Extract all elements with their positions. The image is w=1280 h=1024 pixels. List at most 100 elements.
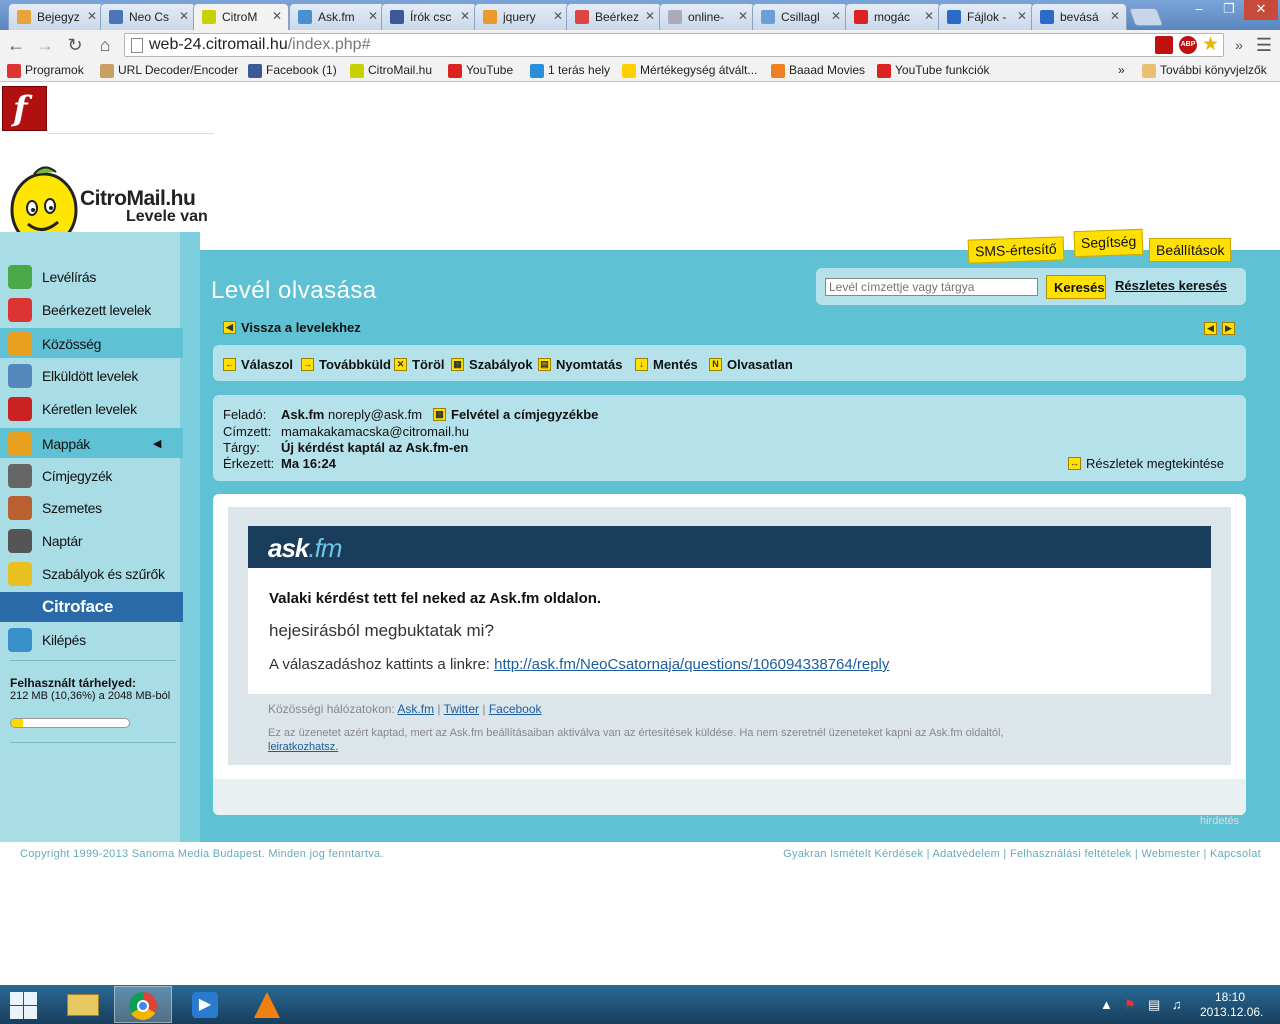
social-askfm-link[interactable]: Ask.fm	[397, 702, 434, 716]
tab-help[interactable]: Segítség	[1073, 228, 1144, 258]
maximize-button[interactable]: ❐	[1214, 0, 1244, 20]
sidebar-item-community[interactable]: Közösség	[0, 328, 183, 358]
back-to-messages-link[interactable]: ◀ Vissza a levelekhez	[223, 320, 361, 335]
search-input[interactable]	[825, 278, 1038, 296]
flash-plugin-icon[interactable]: f	[2, 86, 47, 131]
tab-sms[interactable]: SMS-értesítő	[967, 236, 1065, 264]
tab-close-icon[interactable]: ✕	[645, 9, 655, 23]
start-button[interactable]	[8, 990, 38, 1020]
bookmark-item[interactable]: 1 terás hely	[530, 63, 610, 78]
bookmark-item[interactable]: CitroMail.hu	[350, 63, 432, 78]
browser-tab[interactable]: CitroM ✕	[193, 3, 289, 30]
sidebar-item-logout[interactable]: Kilépés	[0, 624, 183, 654]
tab-close-icon[interactable]: ✕	[460, 9, 470, 23]
sidebar-item-spam[interactable]: Kéretlen levelek	[0, 393, 183, 423]
bookmark-item[interactable]: Programok	[7, 63, 84, 78]
bookmark-item[interactable]: URL Decoder/Encoder	[100, 63, 238, 78]
forward-icon[interactable]: →	[34, 34, 56, 56]
add-contact-link[interactable]: ▦ Felvétel a címjegyzékbe	[433, 407, 598, 422]
delete-button[interactable]: ✕ Töröl	[394, 357, 445, 372]
footer-link-webmaster[interactable]: Webmester	[1141, 848, 1200, 860]
network-icon[interactable]: ▤	[1148, 997, 1160, 1013]
minimize-button[interactable]: –	[1184, 0, 1214, 20]
prev-message-icon[interactable]: ◀	[1204, 322, 1217, 335]
sidebar-item-rules[interactable]: Szabályok és szűrők	[0, 558, 183, 588]
browser-tab[interactable]: online- ✕	[659, 3, 755, 30]
bookmark-item[interactable]: Facebook (1)	[248, 63, 337, 78]
advanced-search-link[interactable]: Részletes keresés	[1115, 278, 1227, 293]
details-link[interactable]: ↔ Részletek megtekintése	[1068, 456, 1224, 471]
volume-icon[interactable]: ♫	[1172, 997, 1182, 1012]
footer-link-contact[interactable]: Kapcsolat	[1210, 848, 1261, 860]
reply-button[interactable]: ← Válaszol	[223, 357, 293, 372]
footer-link-faq[interactable]: Gyakran Ismételt Kérdések	[783, 848, 923, 860]
tab-close-icon[interactable]: ✕	[924, 9, 934, 23]
chrome-taskbar-icon[interactable]	[114, 986, 172, 1023]
media-player-taskbar-icon[interactable]: ▶	[176, 986, 234, 1023]
tab-close-icon[interactable]: ✕	[1110, 9, 1120, 23]
next-message-icon[interactable]: ▶	[1222, 322, 1235, 335]
browser-tab[interactable]: Bejegyz ✕	[8, 3, 104, 30]
sidebar-item-contacts[interactable]: Címjegyzék	[0, 460, 183, 490]
tab-settings[interactable]: Beállítások	[1149, 238, 1232, 262]
sidebar-item-calendar[interactable]: Naptár	[0, 525, 183, 555]
action-center-icon[interactable]: ⚑	[1124, 997, 1136, 1013]
social-twitter-link[interactable]: Twitter	[444, 702, 479, 716]
print-button[interactable]: ▤ Nyomtatás	[538, 357, 622, 372]
save-button[interactable]: ↓ Mentés	[635, 357, 698, 372]
collapse-arrow-icon[interactable]: ◀	[153, 437, 161, 450]
other-bookmarks[interactable]: További könyvjelzők	[1142, 63, 1267, 78]
sidebar-item-sent[interactable]: Elküldött levelek	[0, 360, 183, 390]
explorer-taskbar-icon[interactable]	[54, 986, 112, 1023]
browser-tab[interactable]: Beérkez ✕	[566, 3, 662, 30]
unsubscribe-link[interactable]: leiratkozhatsz.	[268, 741, 338, 753]
search-button[interactable]: Keresés	[1046, 275, 1106, 299]
browser-tab[interactable]: Neo Cs ✕	[100, 3, 196, 30]
tab-close-icon[interactable]: ✕	[1017, 9, 1027, 23]
reply-link[interactable]: http://ask.fm/NeoCsatornaja/questions/10…	[494, 656, 889, 673]
adblock-icon[interactable]: ABP	[1179, 36, 1197, 54]
tray-expand-icon[interactable]: ▲	[1100, 997, 1113, 1012]
extensions-more-icon[interactable]: »	[1228, 34, 1250, 56]
bookmark-item[interactable]: Baaad Movies	[771, 63, 865, 78]
tab-close-icon[interactable]: ✕	[272, 9, 282, 23]
address-bar[interactable]: web-24.citromail.hu/index.php# ABP ★	[124, 33, 1224, 57]
new-tab-button[interactable]	[1128, 8, 1164, 26]
home-icon[interactable]: ⌂	[94, 34, 116, 56]
footer-link-terms[interactable]: Felhasználási feltételek	[1010, 848, 1132, 860]
browser-tab[interactable]: Csillagl ✕	[752, 3, 848, 30]
browser-tab[interactable]: mogác ✕	[845, 3, 941, 30]
browser-tab[interactable]: jquery ✕	[474, 3, 570, 30]
tab-close-icon[interactable]: ✕	[831, 9, 841, 23]
mark-unread-button[interactable]: N Olvasatlan	[709, 357, 793, 372]
bookmark-item[interactable]: YouTube funkciók	[877, 63, 990, 78]
back-icon[interactable]: ←	[5, 34, 27, 56]
tab-close-icon[interactable]: ✕	[179, 9, 189, 23]
sidebar-item-trash[interactable]: Szemetes	[0, 492, 183, 522]
tab-close-icon[interactable]: ✕	[368, 9, 378, 23]
social-facebook-link[interactable]: Facebook	[489, 702, 542, 716]
sidebar-item-inbox[interactable]: Beérkezett levelek	[0, 294, 183, 324]
tab-close-icon[interactable]: ✕	[87, 9, 97, 23]
close-window-button[interactable]: ✕	[1244, 0, 1278, 20]
rules-button[interactable]: ▦ Szabályok	[451, 357, 533, 372]
bookmarks-overflow[interactable]: »	[1118, 63, 1125, 77]
browser-tab[interactable]: Fájlok - ✕	[938, 3, 1034, 30]
browser-tab[interactable]: Írók csc ✕	[381, 3, 477, 30]
browser-tab[interactable]: bevásá ✕	[1031, 3, 1127, 30]
browser-tab[interactable]: Ask.fm ✕	[289, 3, 385, 30]
bookmark-star-icon[interactable]: ★	[1202, 33, 1219, 56]
taskbar-clock[interactable]: 18:10 2013.12.06.	[1200, 990, 1263, 1020]
vlc-taskbar-icon[interactable]	[238, 986, 296, 1023]
flash-extension-icon[interactable]	[1155, 36, 1173, 54]
tab-close-icon[interactable]: ✕	[738, 9, 748, 23]
tab-close-icon[interactable]: ✕	[553, 9, 563, 23]
reload-icon[interactable]: ↻	[64, 34, 86, 56]
footer-link-privacy[interactable]: Adatvédelem	[933, 848, 1001, 860]
forward-button[interactable]: → Továbbküld	[301, 357, 391, 372]
bookmark-item[interactable]: Mértékegység átvált...	[622, 63, 757, 78]
bookmark-item[interactable]: YouTube	[448, 63, 513, 78]
sidebar-item-folders[interactable]: Mappák ◀	[0, 428, 183, 458]
sidebar-item-citroface[interactable]: Citroface	[0, 592, 183, 622]
menu-icon[interactable]: ☰	[1253, 34, 1275, 56]
